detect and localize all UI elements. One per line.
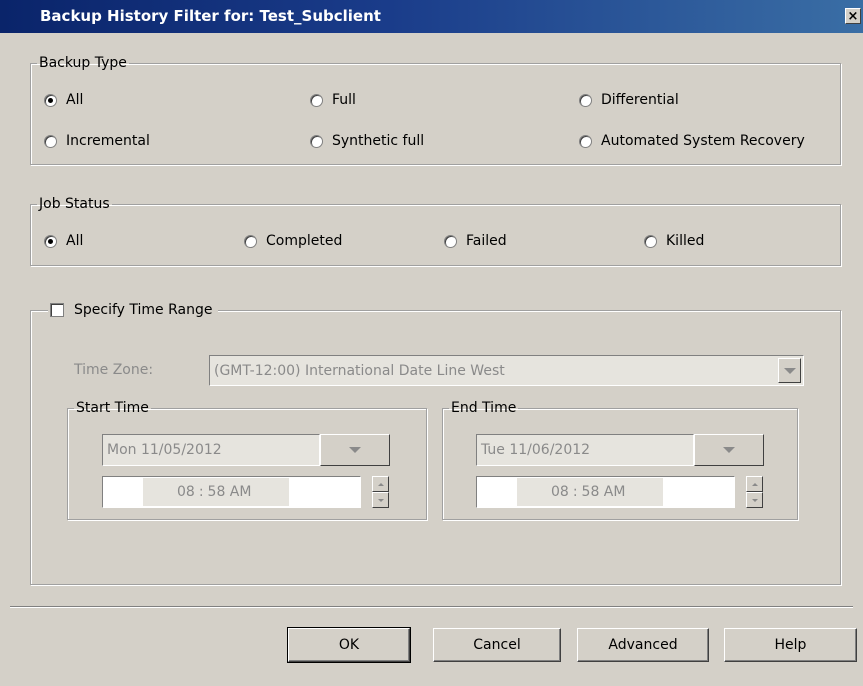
- job-status-failed-radio[interactable]: Failed: [444, 233, 507, 249]
- job-status-completed-radio[interactable]: Completed: [244, 233, 342, 249]
- radio-label: Differential: [601, 92, 679, 108]
- arrow-down-icon: [377, 498, 384, 502]
- advanced-button-label: Advanced: [608, 637, 678, 653]
- backup-type-synthetic-full-radio[interactable]: Synthetic full: [310, 133, 424, 149]
- end-time-field[interactable]: 08 : 58 AM: [476, 476, 735, 508]
- dialog-title: Backup History Filter for: Test_Subclien…: [40, 7, 381, 25]
- job-status-killed-radio[interactable]: Killed: [644, 233, 704, 249]
- radio-label: All: [66, 92, 84, 108]
- ok-button-label: OK: [338, 637, 360, 653]
- help-button-label: Help: [774, 637, 807, 653]
- ok-button[interactable]: OK: [287, 627, 411, 663]
- start-colon: :: [198, 484, 204, 500]
- spin-up-button[interactable]: [746, 476, 763, 492]
- close-button[interactable]: ×: [845, 8, 861, 24]
- spin-down-button[interactable]: [372, 492, 389, 508]
- start-date-value: Mon 11/05/2012: [107, 442, 222, 458]
- arrow-up-icon: [377, 482, 384, 486]
- radio-icon: [310, 93, 323, 107]
- start-date-dropdown-button[interactable]: [320, 434, 390, 466]
- arrow-down-icon: [751, 498, 758, 502]
- start-minute[interactable]: 58 AM: [208, 484, 252, 500]
- backup-type-asr-radio[interactable]: Automated System Recovery: [579, 133, 805, 149]
- end-time-value: 08 : 58 AM: [517, 478, 663, 506]
- end-time-legend: End Time: [451, 400, 517, 416]
- end-time-spinner[interactable]: [746, 476, 763, 508]
- time-zone-dropdown-button[interactable]: [778, 358, 801, 383]
- radio-label: Killed: [666, 233, 705, 249]
- spin-up-button[interactable]: [372, 476, 389, 492]
- cancel-button-label: Cancel: [473, 637, 521, 653]
- end-colon: :: [572, 484, 578, 500]
- radio-selected-icon: [44, 93, 57, 107]
- radio-icon: [444, 234, 457, 248]
- radio-label: Completed: [266, 233, 343, 249]
- end-date-field[interactable]: Tue 11/06/2012: [476, 434, 694, 466]
- backup-type-differential-radio[interactable]: Differential: [579, 92, 679, 108]
- end-date-dropdown-button[interactable]: [694, 434, 764, 466]
- time-zone-label: Time Zone:: [74, 362, 154, 378]
- radio-label: Automated System Recovery: [601, 133, 805, 149]
- radio-icon: [44, 134, 57, 148]
- radio-label: Incremental: [66, 133, 150, 149]
- radio-label: Synthetic full: [332, 133, 425, 149]
- backup-type-legend: Backup Type: [39, 55, 127, 71]
- time-zone-value: (GMT-12:00) International Date Line West: [214, 362, 505, 379]
- job-status-group: Job Status: [30, 196, 841, 266]
- title-bar: Backup History Filter for: Test_Subclien…: [0, 0, 863, 33]
- backup-type-full-radio[interactable]: Full: [310, 92, 356, 108]
- start-hour[interactable]: 08: [177, 484, 195, 500]
- start-time-spinner[interactable]: [372, 476, 389, 508]
- spin-down-button[interactable]: [746, 492, 763, 508]
- radio-label: Failed: [466, 233, 507, 249]
- job-status-legend: Job Status: [39, 196, 110, 212]
- radio-icon: [579, 134, 592, 148]
- radio-label: Full: [332, 92, 356, 108]
- chevron-down-icon: [783, 367, 796, 374]
- separator: [10, 606, 853, 608]
- cancel-button[interactable]: Cancel: [433, 628, 561, 662]
- specify-time-range-checkbox[interactable]: Specify Time Range: [48, 302, 219, 318]
- checkbox-label: Specify Time Range: [74, 302, 213, 318]
- close-icon: ×: [847, 8, 859, 24]
- chevron-down-icon: [723, 447, 735, 453]
- dialog-window: Backup History Filter for: Test_Subclien…: [0, 0, 863, 686]
- start-time-value: 08 : 58 AM: [143, 478, 289, 506]
- checkbox-icon: [50, 303, 64, 317]
- radio-icon: [310, 134, 323, 148]
- radio-icon: [244, 234, 257, 248]
- radio-label: All: [66, 233, 84, 249]
- chevron-down-icon: [349, 447, 361, 453]
- radio-selected-icon: [44, 234, 57, 248]
- help-button[interactable]: Help: [724, 628, 857, 662]
- start-time-legend: Start Time: [76, 400, 149, 416]
- arrow-up-icon: [751, 482, 758, 486]
- backup-type-all-radio[interactable]: All: [44, 92, 83, 108]
- radio-icon: [579, 93, 592, 107]
- end-hour[interactable]: 08: [551, 484, 569, 500]
- end-date-value: Tue 11/06/2012: [481, 442, 591, 458]
- end-minute[interactable]: 58 AM: [582, 484, 626, 500]
- job-status-all-radio[interactable]: All: [44, 233, 83, 249]
- advanced-button[interactable]: Advanced: [577, 628, 709, 662]
- backup-type-incremental-radio[interactable]: Incremental: [44, 133, 150, 149]
- time-zone-select[interactable]: (GMT-12:00) International Date Line West: [209, 355, 804, 386]
- start-time-field[interactable]: 08 : 58 AM: [102, 476, 361, 508]
- radio-icon: [644, 234, 657, 248]
- start-date-field[interactable]: Mon 11/05/2012: [102, 434, 320, 466]
